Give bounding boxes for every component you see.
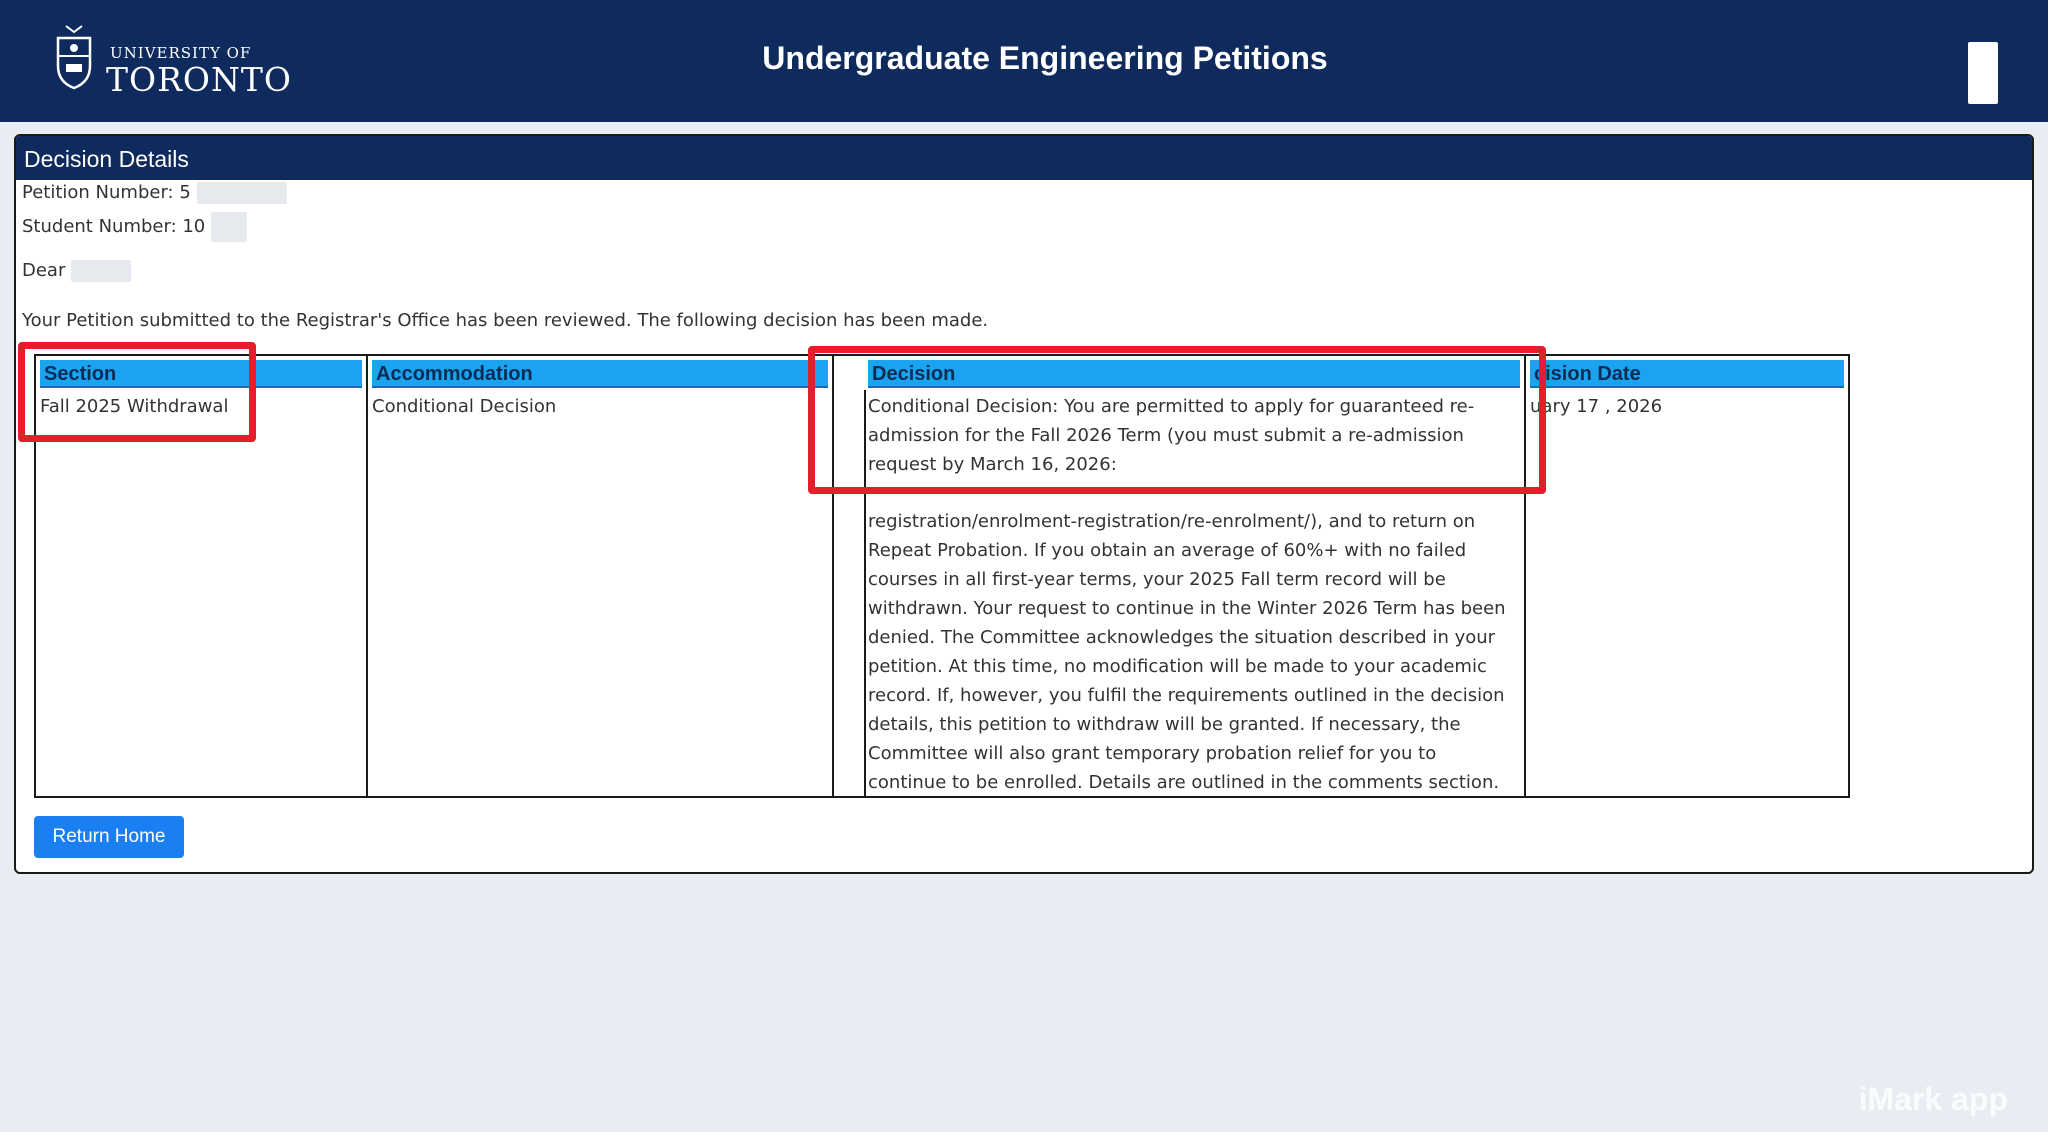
redacted-block <box>71 260 132 282</box>
intro-text: Your Petition submitted to the Registrar… <box>22 310 989 331</box>
decision-header: Decision <box>868 360 1520 388</box>
header-menu-button[interactable] <box>1968 42 1998 104</box>
decision-date-header: cision Date <box>1530 360 1844 388</box>
greeting-label: Dear <box>22 260 66 281</box>
watermark: iMark app <box>1858 1081 2008 1117</box>
decision-text: Conditional Decision: You are permitted … <box>868 396 1475 475</box>
section-cell: Fall 2025 Withdrawal <box>40 396 229 417</box>
redacted-block <box>211 212 247 242</box>
decision-date-cell: uary 17 , 2026 <box>1530 396 1663 417</box>
accommodation-header: Accommodation <box>372 360 828 388</box>
greeting-row: Dear <box>22 260 132 282</box>
logo-text-big: TORONTO <box>106 60 292 99</box>
panel-title: Decision Details <box>16 136 2032 180</box>
decision-table: Section Fall 2025 Withdrawal Accommodati… <box>34 354 1850 798</box>
petition-number-row: Petition Number: 5 <box>22 182 287 204</box>
decision-date-column: cision Date uary 17 , 2026 <box>1524 356 1848 796</box>
accommodation-cell: Conditional Decision <box>372 396 557 417</box>
decision-text-continued: registration/enrolment-registration/re-e… <box>868 511 1506 793</box>
decision-details-panel: Decision Details Petition Number: 5 Stud… <box>14 134 2034 874</box>
decision-divider <box>864 390 866 796</box>
university-logo[interactable]: UNIVERSITY OF TORONTO <box>48 14 291 110</box>
student-number-label: Student Number: 10 <box>22 216 206 237</box>
decision-column: Decision Conditional Decision: You are p… <box>832 356 1524 796</box>
top-header-bar: UNIVERSITY OF TORONTO Undergraduate Engi… <box>0 0 2048 122</box>
petition-number-label: Petition Number: 5 <box>22 182 191 203</box>
student-number-row: Student Number: 10 <box>22 212 247 242</box>
decision-cell: Conditional Decision: You are permitted … <box>868 392 1518 797</box>
redacted-block <box>196 182 287 204</box>
return-home-button[interactable]: Return Home <box>34 816 184 858</box>
section-column: Section Fall 2025 Withdrawal <box>36 356 366 796</box>
site-title: Undergraduate Engineering Petitions <box>762 40 1328 76</box>
accommodation-column: Accommodation Conditional Decision <box>366 356 832 796</box>
crest-icon <box>56 25 92 90</box>
section-header: Section <box>40 360 362 388</box>
